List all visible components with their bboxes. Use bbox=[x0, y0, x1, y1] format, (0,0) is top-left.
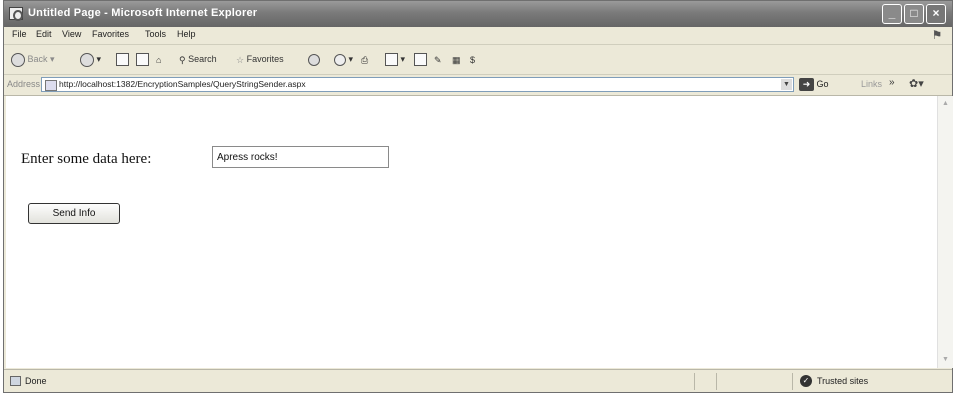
print-icon: ⎙ bbox=[361, 54, 369, 65]
status-separator bbox=[792, 373, 793, 390]
minimize-button[interactable]: _ bbox=[882, 4, 902, 24]
menu-view[interactable]: View bbox=[62, 29, 81, 39]
go-button[interactable]: ➜ Go bbox=[799, 77, 829, 92]
forward-dropdown-icon[interactable]: ▾ bbox=[97, 54, 102, 64]
windows-logo-icon: ⚑ bbox=[931, 28, 943, 42]
stop-button[interactable] bbox=[116, 51, 129, 67]
standard-toolbar: Back ▾ ▾ ⌂ ⚲ Search ☆ Favorites ▾ ⎙ ▾ ✎ … bbox=[4, 45, 952, 75]
extension-icon[interactable]: ✿▾ bbox=[909, 77, 924, 90]
links-label[interactable]: Links bbox=[861, 79, 882, 89]
print-button[interactable]: ⎙ bbox=[361, 51, 368, 67]
go-label: Go bbox=[816, 79, 829, 89]
menu-file[interactable]: File bbox=[12, 29, 27, 39]
stop-icon bbox=[116, 53, 129, 67]
vertical-scrollbar[interactable]: ▲ ▼ bbox=[937, 96, 953, 368]
mail-icon bbox=[334, 53, 346, 66]
address-bar: Address http://localhost:1382/Encryption… bbox=[4, 75, 952, 96]
search-icon: ⚲ bbox=[179, 54, 186, 65]
home-icon: ⌂ bbox=[156, 54, 162, 65]
status-separator bbox=[716, 373, 717, 390]
star-icon: ☆ bbox=[236, 54, 245, 65]
page-icon bbox=[45, 80, 57, 91]
back-dropdown-icon[interactable]: ▾ bbox=[50, 54, 55, 64]
forward-arrow-icon bbox=[80, 52, 94, 67]
mail-button[interactable]: ▾ bbox=[334, 51, 353, 67]
search-label: Search bbox=[188, 54, 217, 64]
address-label: Address bbox=[7, 79, 41, 89]
scroll-down-icon[interactable]: ▼ bbox=[939, 353, 952, 367]
home-button[interactable]: ⌂ bbox=[156, 51, 161, 67]
window-title: Untitled Page - Microsoft Internet Explo… bbox=[28, 7, 258, 19]
discuss-icon bbox=[414, 53, 427, 67]
discuss-button[interactable] bbox=[414, 51, 427, 67]
edit-icon bbox=[385, 53, 398, 67]
refresh-icon bbox=[136, 53, 149, 67]
status-text: Done bbox=[25, 376, 47, 386]
mail-dropdown-icon[interactable]: ▾ bbox=[349, 54, 354, 64]
ie-icon bbox=[9, 7, 23, 21]
address-dropdown-icon[interactable]: ▼ bbox=[781, 79, 792, 90]
back-label: Back bbox=[27, 54, 48, 64]
data-input[interactable] bbox=[212, 146, 389, 168]
browser-window: Untitled Page - Microsoft Internet Explo… bbox=[3, 0, 953, 393]
menu-help[interactable]: Help bbox=[177, 29, 196, 39]
page-content: Enter some data here: Send Info bbox=[6, 96, 937, 368]
back-button[interactable]: Back ▾ bbox=[11, 51, 55, 67]
links-chevron-icon[interactable]: » bbox=[889, 77, 895, 88]
close-button[interactable]: × bbox=[926, 4, 946, 24]
menu-favorites[interactable]: Favorites bbox=[92, 29, 129, 39]
history-button[interactable] bbox=[308, 51, 320, 67]
research-icon: ✎ bbox=[434, 54, 442, 65]
dollar-icon: $ bbox=[470, 54, 476, 65]
scroll-up-icon[interactable]: ▲ bbox=[939, 97, 952, 111]
security-zone-text: Trusted sites bbox=[817, 376, 869, 386]
status-separator bbox=[694, 373, 695, 390]
favorites-button[interactable]: ☆ Favorites bbox=[236, 51, 284, 67]
search-button[interactable]: ⚲ Search bbox=[179, 51, 217, 67]
messenger-button[interactable]: ▦ bbox=[452, 51, 461, 67]
forward-button[interactable]: ▾ bbox=[80, 51, 101, 67]
edit-dropdown-icon[interactable]: ▾ bbox=[401, 54, 406, 64]
research-button[interactable]: ✎ bbox=[434, 51, 442, 67]
title-bar[interactable]: Untitled Page - Microsoft Internet Explo… bbox=[4, 1, 952, 27]
data-prompt-label: Enter some data here: bbox=[21, 151, 152, 167]
send-info-button[interactable]: Send Info bbox=[28, 203, 120, 224]
extra-button[interactable]: $ bbox=[470, 51, 475, 67]
address-url[interactable]: http://localhost:1382/EncryptionSamples/… bbox=[59, 79, 306, 89]
back-arrow-icon bbox=[11, 52, 25, 67]
menu-edit[interactable]: Edit bbox=[36, 29, 52, 39]
history-icon bbox=[308, 53, 320, 66]
maximize-button[interactable]: □ bbox=[904, 4, 924, 24]
edit-button[interactable]: ▾ bbox=[385, 51, 405, 67]
refresh-button[interactable] bbox=[136, 51, 149, 67]
menu-bar: File Edit View Favorites Tools Help ⚑ bbox=[4, 27, 952, 45]
address-field[interactable]: http://localhost:1382/EncryptionSamples/… bbox=[41, 77, 794, 92]
menu-tools[interactable]: Tools bbox=[145, 29, 166, 39]
go-arrow-icon: ➜ bbox=[799, 78, 814, 92]
page-status-icon bbox=[10, 376, 21, 386]
favorites-label: Favorites bbox=[246, 54, 284, 64]
trusted-zone-icon: ✓ bbox=[800, 375, 812, 387]
messenger-icon: ▦ bbox=[452, 54, 461, 65]
status-bar: Done ✓ Trusted sites bbox=[4, 369, 952, 394]
